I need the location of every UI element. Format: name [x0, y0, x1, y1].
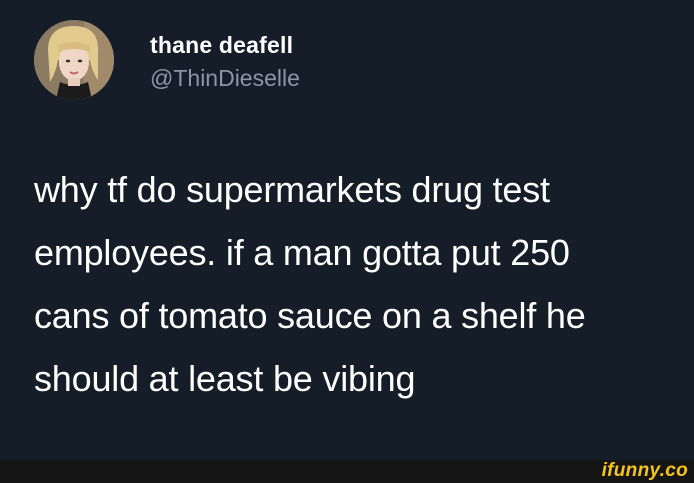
avatar[interactable] — [34, 20, 114, 100]
tweet-text-line: why tf do supermarkets drug test — [34, 169, 550, 210]
tweet-card: thane deafell @ThinDieselle why tf do su… — [0, 0, 694, 483]
tweet-text-line: should at least be vibing — [34, 358, 416, 399]
tweet-text-line: employees. if a man gotta put 250 — [34, 232, 570, 273]
tweet-text-line: cans of tomato sauce on a shelf he — [34, 295, 586, 336]
watermark-bar: ifunny.co — [0, 460, 694, 483]
author-handle[interactable]: @ThinDieselle — [150, 64, 300, 92]
profile-photo-icon — [34, 20, 114, 100]
tweet-text: why tf do supermarkets drug test employe… — [34, 158, 674, 410]
ifunny-watermark: ifunny.co — [601, 460, 688, 481]
author-display-name[interactable]: thane deafell — [150, 31, 293, 59]
